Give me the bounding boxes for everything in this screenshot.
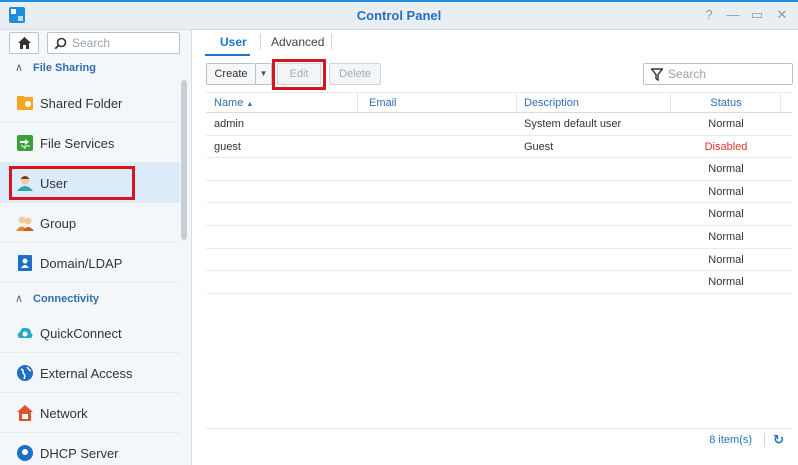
search-icon xyxy=(54,37,67,50)
sidebar: ∧ File Sharing Shared Folder File Servic… xyxy=(0,30,192,465)
sidebar-item-label: Group xyxy=(40,216,77,231)
create-dropdown-caret[interactable]: ▼ xyxy=(256,63,272,85)
control-panel-window: Control Panel ? — ▭ ✕ ∧ File Sharing xyxy=(0,0,798,465)
section-file-sharing[interactable]: ∧ File Sharing xyxy=(0,59,180,79)
home-icon xyxy=(18,37,31,49)
user-table: Name ▲ Email Description Status admin Sy… xyxy=(206,92,792,294)
column-divider[interactable] xyxy=(357,93,358,113)
sidebar-item-domain-ldap[interactable]: Domain/LDAP xyxy=(0,243,180,283)
chevron-up-icon: ∧ xyxy=(15,293,24,305)
sidebar-item-file-services[interactable]: File Services xyxy=(0,123,180,163)
column-header-name[interactable]: Name ▲ xyxy=(214,97,253,109)
sidebar-item-network[interactable]: Network xyxy=(0,393,180,433)
cell-description: System default user xyxy=(524,118,622,130)
cell-status: Normal xyxy=(708,253,744,266)
table-row[interactable]: Normal xyxy=(206,181,792,204)
group-icon xyxy=(16,216,34,231)
table-row[interactable]: Normal xyxy=(206,158,792,181)
sort-ascending-icon: ▲ xyxy=(246,101,254,108)
sidebar-item-group[interactable]: Group xyxy=(0,203,180,243)
column-header-description[interactable]: Description xyxy=(524,97,579,109)
cell-status: Disabled xyxy=(704,140,748,153)
cell-description: Guest xyxy=(524,140,554,153)
section-label: Connectivity xyxy=(33,293,100,305)
cell-status: Normal xyxy=(708,118,744,130)
sidebar-search-input[interactable] xyxy=(72,36,172,50)
table-row[interactable]: Normal xyxy=(206,226,792,249)
chevron-up-icon: ∧ xyxy=(15,62,24,74)
table-row[interactable]: guest Guest Disabled xyxy=(206,136,792,159)
table-row[interactable]: admin System default user Normal xyxy=(206,113,792,136)
minimize-icon[interactable]: — xyxy=(724,7,742,23)
user-search-input[interactable] xyxy=(668,67,783,81)
tab-divider xyxy=(331,34,332,50)
footer-divider xyxy=(764,433,765,447)
cell-status: Normal xyxy=(708,208,744,221)
home-button[interactable] xyxy=(9,32,39,54)
tab-advanced[interactable]: Advanced xyxy=(271,35,324,49)
sidebar-item-label: File Services xyxy=(40,136,115,151)
main-panel: User Advanced Create ▼ Edit Delete Name … xyxy=(193,30,798,465)
item-count: 8 item(s) xyxy=(709,434,752,446)
cell-status: Normal xyxy=(708,163,744,176)
sidebar-scrollbar[interactable] xyxy=(181,80,187,240)
close-icon[interactable]: ✕ xyxy=(773,7,791,23)
table-header: Name ▲ Email Description Status xyxy=(206,92,792,113)
sidebar-item-quickconnect[interactable]: QuickConnect xyxy=(0,313,180,353)
dhcp-server-icon xyxy=(17,445,33,461)
shared-folder-icon xyxy=(17,96,33,110)
user-item-highlight xyxy=(9,166,135,200)
sidebar-item-label: QuickConnect xyxy=(40,326,122,341)
section-connectivity[interactable]: ∧ Connectivity xyxy=(0,290,180,310)
maximize-icon[interactable]: ▭ xyxy=(748,7,766,23)
table-footer: 8 item(s) ↻ xyxy=(206,428,792,450)
help-icon[interactable]: ? xyxy=(700,7,718,23)
table-row[interactable]: Normal xyxy=(206,271,792,294)
column-divider[interactable] xyxy=(516,93,517,113)
sidebar-item-shared-folder[interactable]: Shared Folder xyxy=(0,83,180,123)
cell-name: guest xyxy=(214,140,241,153)
external-access-icon xyxy=(17,365,33,381)
create-button[interactable]: Create xyxy=(206,63,256,85)
title-bar: Control Panel ? — ▭ ✕ xyxy=(0,2,798,30)
edit-button-highlight xyxy=(272,59,326,90)
tab-divider xyxy=(260,34,261,50)
column-header-email[interactable]: Email xyxy=(369,97,397,109)
cell-status: Normal xyxy=(708,185,744,198)
cell-status: Normal xyxy=(708,276,744,289)
network-icon xyxy=(17,405,33,421)
cell-name: admin xyxy=(214,118,244,130)
refresh-icon[interactable]: ↻ xyxy=(773,432,784,448)
window-title: Control Panel xyxy=(356,8,442,23)
sidebar-item-label: Shared Folder xyxy=(40,96,123,111)
sidebar-item-label: DHCP Server xyxy=(40,446,119,461)
cell-status: Normal xyxy=(708,230,744,243)
sidebar-item-label: Network xyxy=(40,406,88,421)
active-tab-indicator xyxy=(205,54,250,56)
file-services-icon xyxy=(17,135,33,151)
table-row[interactable]: Normal xyxy=(206,249,792,272)
table-row[interactable]: Normal xyxy=(206,203,792,226)
filter-icon xyxy=(651,68,663,81)
sidebar-item-external-access[interactable]: External Access xyxy=(0,353,180,393)
tab-user[interactable]: User xyxy=(220,35,247,49)
sidebar-item-label: Domain/LDAP xyxy=(40,256,123,271)
delete-button[interactable]: Delete xyxy=(329,63,381,85)
quickconnect-icon xyxy=(17,327,33,338)
sidebar-item-dhcp-server[interactable]: DHCP Server xyxy=(0,433,180,465)
tab-bar: User Advanced xyxy=(193,30,798,58)
sidebar-search[interactable] xyxy=(47,32,180,54)
column-label: Name xyxy=(214,97,244,109)
section-label: File Sharing xyxy=(33,62,96,74)
column-divider[interactable] xyxy=(780,93,781,113)
sidebar-item-label: External Access xyxy=(40,366,133,381)
domain-ldap-icon xyxy=(18,255,32,271)
user-search[interactable] xyxy=(643,63,793,85)
column-header-status[interactable]: Status xyxy=(671,97,781,109)
